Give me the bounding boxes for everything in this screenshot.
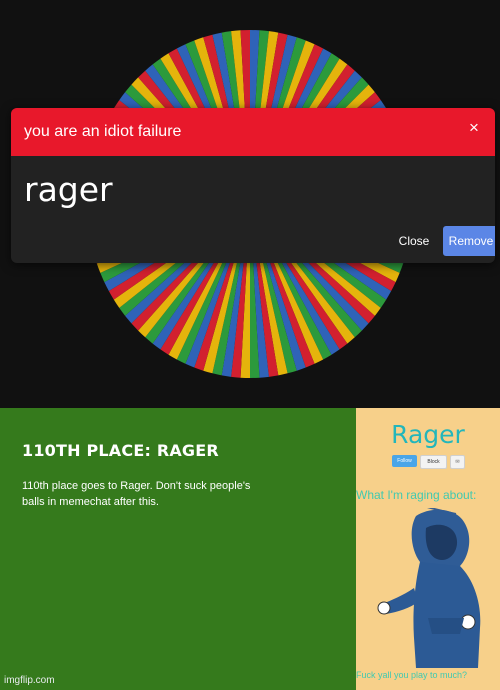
result-modal: you are an idiot failure × rager Close R… (11, 108, 495, 263)
remove-button[interactable]: Remove (443, 226, 495, 256)
modal-body: rager Close Remove (11, 156, 495, 263)
imgflip-watermark: imgflip.com (4, 675, 55, 686)
follow-button[interactable]: Follow (392, 455, 417, 467)
placement-description: 110th place goes to Rager. Don't suck pe… (22, 480, 251, 508)
profile-name: Rager (391, 420, 465, 449)
hooded-character-image (377, 508, 481, 668)
block-button[interactable]: Block (420, 455, 447, 469)
mail-icon[interactable]: ✉ (450, 455, 465, 469)
placement-panel: 110TH PLACE: RAGER 110th place goes to R… (0, 408, 500, 690)
placement-title: 110TH PLACE: RAGER (22, 441, 219, 460)
profile-card: Rager Follow Block ✉ What I'm raging about… (356, 408, 500, 690)
profile-actions: Follow Block ✉ (392, 455, 468, 469)
wheel-screenshot: you are an idiot failure × rager Close R… (0, 0, 500, 408)
profile-heading: What I'm raging about: (356, 488, 477, 502)
modal-title: you are an idiot failure (24, 123, 182, 140)
modal-header: you are an idiot failure × (11, 108, 495, 156)
profile-footer: Fuck yall you play to much? (356, 670, 468, 680)
winner-name: rager (24, 170, 113, 209)
close-button[interactable]: Close (389, 228, 439, 254)
close-icon[interactable]: × (465, 118, 483, 138)
